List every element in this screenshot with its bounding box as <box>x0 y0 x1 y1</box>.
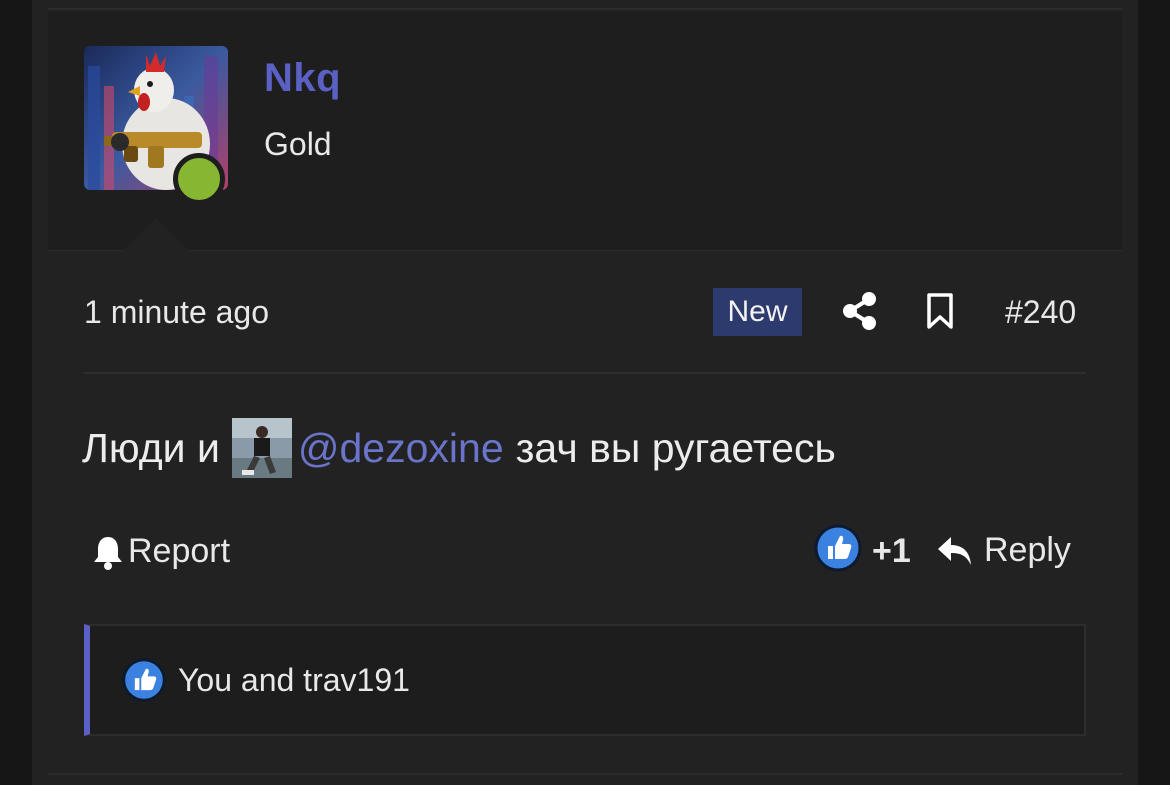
report-label: Report <box>128 532 231 570</box>
bottom-divider <box>48 773 1122 775</box>
reply-button[interactable]: Reply <box>936 531 1071 570</box>
report-button[interactable]: Report <box>92 532 230 571</box>
new-badge: New <box>713 288 802 336</box>
reactions-bar[interactable]: You and trav191 <box>84 624 1086 736</box>
post-message: Люди и @dezoxine зач вы ругаетесь <box>82 418 836 478</box>
like-icon <box>122 658 166 702</box>
bookmark-icon[interactable] <box>926 292 954 330</box>
header-divider <box>84 372 1086 374</box>
message-text-before: Люди и <box>82 424 220 471</box>
top-divider <box>48 8 1122 10</box>
bell-icon <box>94 536 122 570</box>
post-container: Nkq Gold 1 minute ago New #240 Люди и @d… <box>32 0 1138 785</box>
mention-avatar-icon <box>231 418 292 478</box>
reactions-text[interactable]: You and trav191 <box>178 662 410 699</box>
like-count[interactable]: +1 <box>872 532 911 571</box>
user-mention-link[interactable]: @dezoxine <box>298 425 504 472</box>
user-title: Gold <box>264 126 332 162</box>
username-link[interactable]: Nkq <box>264 56 341 101</box>
reply-label: Reply <box>984 531 1071 569</box>
message-text-after: зач вы ругаетесь <box>515 424 836 471</box>
reply-icon <box>938 536 971 565</box>
like-icon[interactable] <box>814 524 862 572</box>
share-icon[interactable] <box>842 291 878 331</box>
post-number-link[interactable]: #240 <box>1005 294 1076 331</box>
user-block-arrow <box>123 218 189 251</box>
post-timestamp[interactable]: 1 minute ago <box>84 294 269 331</box>
online-status-indicator <box>173 153 225 205</box>
